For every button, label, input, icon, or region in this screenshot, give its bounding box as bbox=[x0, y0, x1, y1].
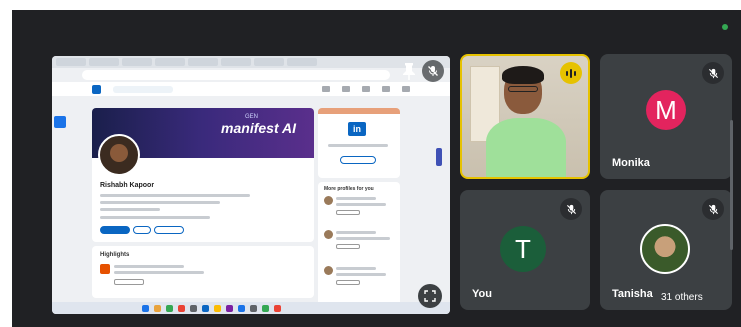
connect-button bbox=[336, 244, 360, 249]
mic-off-icon bbox=[428, 66, 438, 76]
side-panel-button bbox=[54, 116, 66, 128]
ad-card: in bbox=[318, 108, 400, 178]
profile-headline bbox=[100, 194, 250, 197]
profile-name: Rishabh Kapoor bbox=[100, 182, 155, 189]
nav-icon bbox=[382, 86, 390, 92]
banner-brand: manifest AI bbox=[221, 120, 296, 136]
participant-tile-monika[interactable]: M Monika bbox=[600, 54, 732, 179]
side-panel-tab bbox=[436, 148, 442, 166]
highlight-icon bbox=[100, 264, 110, 274]
person-text bbox=[336, 231, 376, 234]
highlights-title: Highlights bbox=[100, 252, 130, 258]
avatar: T bbox=[500, 226, 546, 272]
mic-off-indicator bbox=[560, 198, 582, 220]
participant-scrollbar[interactable] bbox=[730, 120, 733, 250]
profile-avatar bbox=[98, 134, 140, 176]
people-title: More profiles for you bbox=[324, 186, 374, 192]
participant-body bbox=[486, 118, 566, 177]
person-text bbox=[336, 197, 376, 200]
person-text bbox=[336, 273, 386, 276]
mic-off-icon bbox=[708, 68, 718, 78]
participant-name: Monika bbox=[612, 157, 650, 169]
highlight-text bbox=[114, 271, 204, 274]
windows-taskbar bbox=[52, 302, 450, 314]
mic-off-indicator bbox=[702, 62, 724, 84]
person-avatar bbox=[324, 266, 333, 275]
speaking-indicator bbox=[560, 62, 582, 84]
fullscreen-icon bbox=[424, 290, 436, 302]
browser-tab-strip bbox=[52, 56, 450, 68]
participant-hair bbox=[502, 66, 544, 84]
avatar bbox=[640, 224, 690, 274]
highlight-text bbox=[114, 265, 184, 268]
pin-icon[interactable] bbox=[402, 62, 416, 80]
nav-icon bbox=[322, 86, 330, 92]
recording-dot bbox=[722, 24, 728, 30]
participant-glasses bbox=[508, 86, 538, 92]
shared-screen-tile[interactable]: GEN manifest AI Rishabh Kapoor Highlight… bbox=[52, 56, 450, 314]
meet-stage: GEN manifest AI Rishabh Kapoor Highlight… bbox=[12, 10, 741, 327]
connect-button bbox=[336, 280, 360, 285]
mic-off-indicator bbox=[702, 198, 724, 220]
person-text bbox=[336, 267, 376, 270]
profile-actions bbox=[100, 226, 184, 234]
person-text bbox=[336, 237, 390, 240]
participant-name: Tanisha bbox=[612, 288, 653, 300]
people-suggestions: More profiles for you bbox=[318, 182, 400, 312]
browser-address-bar bbox=[82, 70, 390, 80]
nav-icon bbox=[342, 86, 350, 92]
highlights-card: Highlights bbox=[92, 246, 314, 298]
avatar-initial: M bbox=[655, 94, 677, 125]
connect-button bbox=[336, 210, 360, 215]
avatar: M bbox=[646, 90, 686, 130]
nav-icon bbox=[362, 86, 370, 92]
highlight-button bbox=[114, 279, 144, 285]
linkedin-logo-icon: in bbox=[348, 122, 366, 136]
linkedin-profile-card: GEN manifest AI Rishabh Kapoor bbox=[92, 108, 314, 242]
mic-off-icon bbox=[566, 204, 576, 214]
profile-location bbox=[100, 208, 160, 211]
ad-text bbox=[328, 144, 388, 147]
person-avatar bbox=[324, 230, 333, 239]
profile-headline bbox=[100, 201, 220, 204]
fullscreen-button[interactable] bbox=[418, 284, 442, 308]
linkedin-logo-icon bbox=[92, 84, 101, 94]
shared-screen-mic-off-button[interactable] bbox=[422, 60, 444, 82]
linkedin-search-bar bbox=[113, 85, 173, 93]
person-avatar bbox=[324, 196, 333, 205]
ad-button bbox=[340, 156, 376, 164]
others-count-button[interactable]: 31 others bbox=[655, 288, 709, 306]
participant-name: You bbox=[472, 288, 492, 300]
person-text bbox=[336, 203, 386, 206]
linkedin-navbar bbox=[52, 82, 450, 96]
mic-off-icon bbox=[708, 204, 718, 214]
avatar-initial: T bbox=[515, 233, 531, 264]
nav-icon bbox=[402, 86, 410, 92]
profile-connections bbox=[100, 216, 210, 219]
participant-tile-you[interactable]: T You bbox=[460, 190, 590, 310]
participant-video-tile[interactable] bbox=[460, 54, 590, 179]
